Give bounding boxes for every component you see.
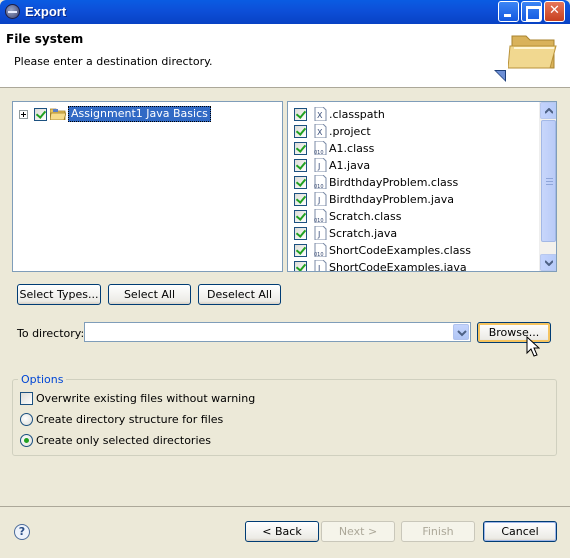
tree-item-checkbox[interactable]: [34, 107, 47, 121]
scroll-up-button[interactable]: [540, 102, 556, 119]
to-directory-combo[interactable]: [84, 322, 471, 342]
create-selected-radio[interactable]: [20, 433, 33, 447]
create-selected-label: Create only selected directories: [36, 433, 211, 447]
file-checkbox[interactable]: [294, 226, 307, 240]
to-directory-label: To directory:: [17, 327, 85, 340]
class-file-icon: 010: [314, 174, 327, 190]
next-button[interactable]: Next >: [321, 521, 395, 542]
chevron-down-icon: [457, 330, 467, 337]
tree-item-project[interactable]: Assignment1 Java Basics: [19, 106, 211, 122]
file-checkbox[interactable]: [294, 209, 307, 223]
close-button[interactable]: ✕: [544, 1, 565, 22]
file-label: Scratch.java: [329, 226, 398, 240]
mouse-pointer-icon: [526, 336, 540, 357]
file-label: Scratch.class: [329, 209, 402, 223]
create-structure-option[interactable]: Create directory structure for files: [20, 411, 223, 427]
file-label: .classpath: [329, 107, 385, 121]
title-bar: Export ✕: [0, 0, 570, 24]
deselect-all-button[interactable]: Deselect All: [198, 284, 281, 305]
scroll-down-button[interactable]: [540, 254, 556, 271]
file-list-item[interactable]: X .project: [294, 123, 371, 139]
file-list-scrollbar[interactable]: [539, 102, 556, 271]
svg-text:010: 010: [314, 184, 324, 189]
file-label: .project: [329, 124, 371, 138]
xml-file-icon: X: [314, 106, 327, 122]
svg-text:010: 010: [314, 218, 324, 223]
file-checkbox[interactable]: [294, 243, 307, 257]
maximize-button[interactable]: [521, 1, 542, 22]
svg-text:010: 010: [314, 252, 324, 257]
chevron-up-icon: [545, 108, 553, 114]
class-file-icon: 010: [314, 242, 327, 258]
xml-file-icon: X: [314, 123, 327, 139]
tree-item-label: Assignment1 Java Basics: [68, 106, 211, 122]
help-icon[interactable]: ?: [14, 524, 30, 540]
create-selected-option[interactable]: Create only selected directories: [20, 432, 211, 448]
file-list-item[interactable]: 010 Scratch.class: [294, 208, 401, 224]
back-button[interactable]: < Back: [245, 521, 319, 542]
overwrite-option[interactable]: Overwrite existing files without warning: [20, 390, 255, 406]
class-file-icon: 010: [314, 208, 327, 224]
options-group-title: Options: [18, 373, 67, 386]
file-checkbox[interactable]: [294, 192, 307, 206]
file-list-panel[interactable]: X .classpath X .project 010 A1.class J A1.java 0…: [287, 101, 557, 272]
overwrite-checkbox[interactable]: [20, 391, 33, 405]
svg-text:X: X: [317, 111, 323, 120]
file-label: A1.class: [329, 141, 375, 155]
overwrite-label: Overwrite existing files without warning: [36, 391, 256, 405]
eclipse-icon: [5, 4, 20, 19]
file-checkbox[interactable]: [294, 141, 307, 155]
svg-text:J: J: [317, 264, 320, 272]
select-all-button[interactable]: Select All: [108, 284, 191, 305]
scroll-thumb[interactable]: [541, 120, 556, 242]
project-folder-icon: [50, 108, 66, 120]
file-label: BirdthdayProblem.java: [329, 192, 454, 206]
select-types-button[interactable]: Select Types...: [17, 284, 101, 305]
file-list-item[interactable]: 010 A1.class: [294, 140, 374, 156]
window-title: Export: [25, 4, 67, 19]
file-list-item[interactable]: J BirdthdayProblem.java: [294, 191, 454, 207]
java-file-icon: J: [314, 259, 327, 272]
cancel-button[interactable]: Cancel: [483, 521, 557, 542]
svg-text:J: J: [317, 162, 320, 171]
footer-divider: [0, 506, 570, 507]
java-file-icon: J: [314, 225, 327, 241]
file-label: BirdthdayProblem.class: [329, 175, 459, 189]
file-checkbox[interactable]: [294, 107, 307, 121]
file-checkbox[interactable]: [294, 124, 307, 138]
page-message: Please enter a destination directory.: [14, 55, 213, 68]
file-list-item[interactable]: J ShortCodeExamples.java: [294, 259, 467, 272]
svg-text:J: J: [317, 230, 320, 239]
file-list-item[interactable]: 010 BirdthdayProblem.class: [294, 174, 458, 190]
file-list-item[interactable]: 010 ShortCodeExamples.class: [294, 242, 471, 258]
svg-text:X: X: [317, 128, 323, 137]
file-list-item[interactable]: J A1.java: [294, 157, 370, 173]
expand-icon[interactable]: [19, 109, 28, 119]
file-checkbox[interactable]: [294, 158, 307, 172]
folder-banner-icon: [508, 35, 557, 69]
project-tree[interactable]: Assignment1 Java Basics: [12, 101, 283, 272]
file-list-item[interactable]: J Scratch.java: [294, 225, 397, 241]
finish-button[interactable]: Finish: [401, 521, 475, 542]
minimize-button[interactable]: [498, 1, 519, 22]
svg-text:J: J: [317, 196, 320, 205]
create-structure-radio[interactable]: [20, 412, 33, 426]
file-label: ShortCodeExamples.class: [329, 243, 471, 257]
file-label: ShortCodeExamples.java: [329, 260, 467, 272]
svg-text:010: 010: [314, 150, 324, 155]
combo-dropdown-button[interactable]: [453, 324, 469, 340]
file-checkbox[interactable]: [294, 260, 307, 271]
info-marker-icon: [494, 70, 506, 82]
wizard-header: File system Please enter a destination d…: [0, 24, 570, 88]
class-file-icon: 010: [314, 140, 327, 156]
create-structure-label: Create directory structure for files: [36, 412, 224, 426]
file-list-item[interactable]: X .classpath: [294, 106, 385, 122]
page-title: File system: [6, 32, 84, 46]
file-label: A1.java: [329, 158, 371, 172]
chevron-down-icon: [545, 260, 553, 266]
java-file-icon: J: [314, 157, 327, 173]
java-file-icon: J: [314, 191, 327, 207]
file-checkbox[interactable]: [294, 175, 307, 189]
